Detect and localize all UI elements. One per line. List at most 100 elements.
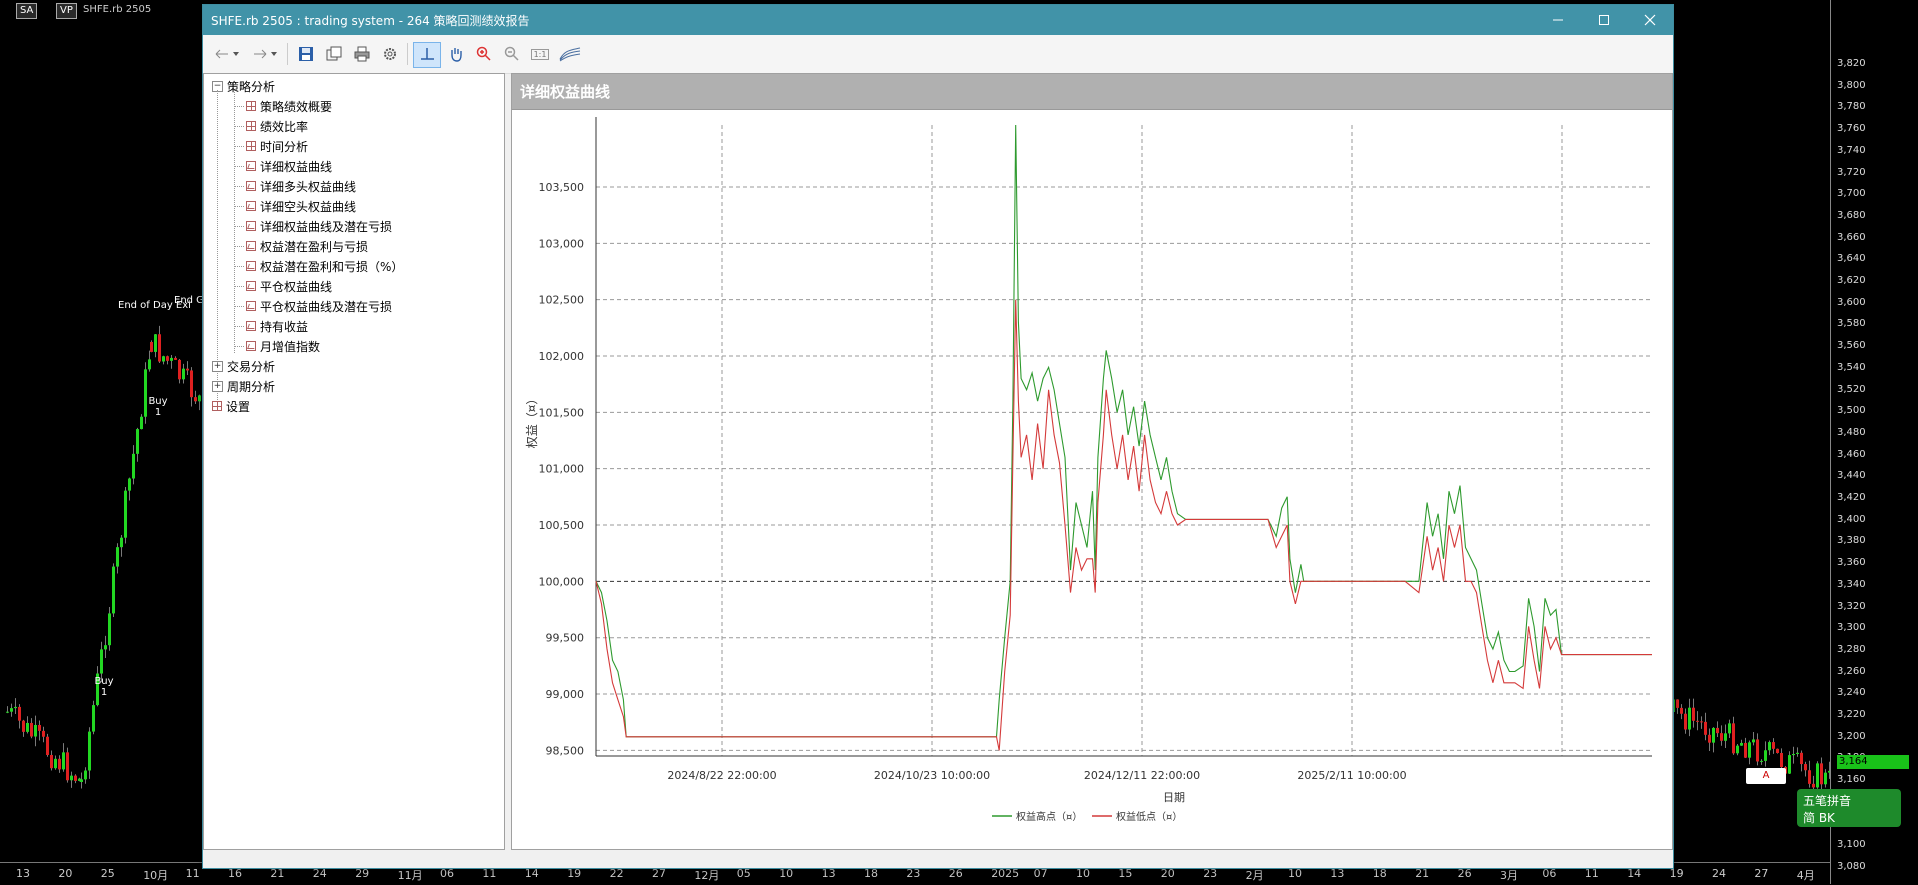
tree-item[interactable]: 时间分析 <box>246 137 308 155</box>
candlestick <box>58 755 61 773</box>
candlestick <box>1716 721 1719 738</box>
x-tick-label: 2025/2/11 10:00:00 <box>1297 769 1406 782</box>
price-tick-label: 3,340 <box>1837 578 1866 590</box>
zoom-in-button[interactable] <box>471 42 497 66</box>
candlestick <box>186 361 189 375</box>
candlestick <box>1764 741 1767 767</box>
symbol-tag-sa[interactable]: SA <box>16 3 38 19</box>
tree-item[interactable]: 详细权益曲线及潜在亏损 <box>246 217 392 235</box>
candlestick <box>1804 761 1807 777</box>
expand-icon[interactable]: + <box>212 380 223 392</box>
date-tick-label: 4月 <box>1796 869 1815 882</box>
pan-button[interactable] <box>443 42 469 66</box>
candlestick <box>154 334 157 358</box>
tree-guide-line <box>234 90 235 353</box>
crosshair-button[interactable] <box>413 42 441 68</box>
tree-root-strategy-analysis[interactable]: − 策略分析 <box>212 77 275 95</box>
analysis-tree: − 策略分析策略绩效概要 绩效比率时间分析详细权益曲线详细多头权益曲线 详细空头权益曲… <box>203 73 505 850</box>
tree-guide-line <box>234 326 244 327</box>
tree-item[interactable]: 持有收益 <box>246 317 308 335</box>
tree-item[interactable]: 详细多头权益曲线 <box>246 177 356 195</box>
zoom-out-button[interactable] <box>499 42 525 66</box>
tree-section[interactable]: + 交易分析 <box>212 357 275 375</box>
tree-item[interactable]: 权益潜在盈利和亏损（%） <box>246 257 403 275</box>
price-tick-label: 3,760 <box>1837 123 1866 135</box>
date-tick-label: 11 <box>185 867 200 880</box>
chart-style-button[interactable] <box>557 42 583 66</box>
tree-item[interactable]: 月增值指数 <box>246 337 320 355</box>
expand-icon[interactable]: + <box>212 360 223 372</box>
tree-item[interactable]: 详细空头权益曲线 <box>246 197 356 215</box>
y-tick-label: 100,000 <box>539 575 585 588</box>
tree-item[interactable]: 平仓权益曲线及潜在亏损 <box>246 297 392 315</box>
settings-button[interactable] <box>377 42 403 66</box>
legend-label: 权益高点（¤） <box>1016 810 1082 823</box>
chart-icon <box>246 241 256 251</box>
candlestick <box>1680 704 1683 720</box>
symbol-name: SHFE.rb 2505 <box>83 4 152 15</box>
tree-item-label: 策略绩效概要 <box>260 99 333 114</box>
close-button[interactable] <box>1627 5 1673 35</box>
toolbar: 1:1 <box>203 35 1673 74</box>
tree-item[interactable]: 策略绩效概要 <box>246 97 332 115</box>
title-bar[interactable]: SHFE.rb 2505 : trading system - 264 策略回测… <box>203 5 1673 35</box>
candlestick <box>1708 728 1711 751</box>
export-button[interactable] <box>321 42 347 66</box>
pan-hand-icon <box>451 48 462 62</box>
forward-icon <box>254 49 267 59</box>
forward-dropdown-button[interactable] <box>267 42 281 66</box>
tree-section[interactable]: + 周期分析 <box>212 377 275 395</box>
candlestick <box>1808 760 1811 788</box>
price-tick-label: 3,420 <box>1837 492 1866 503</box>
back-dropdown-button[interactable] <box>229 42 243 66</box>
tree-section[interactable]: 设置 <box>212 397 250 415</box>
tray-app-icon[interactable]: A <box>1746 768 1786 784</box>
ime-mode-label[interactable]: 五笔拼音 <box>1803 792 1851 809</box>
minimize-icon <box>1553 19 1563 21</box>
print-button[interactable] <box>349 42 375 66</box>
candlestick <box>190 367 193 407</box>
candlestick <box>14 698 17 714</box>
candlestick <box>1704 712 1707 741</box>
tree-item-label: 权益潜在盈利和亏损（%） <box>260 259 404 274</box>
candlestick <box>128 477 131 501</box>
price-tick-label: 3,240 <box>1837 687 1866 699</box>
toolbar-separator <box>287 43 288 65</box>
zoom-out-icon <box>504 46 519 61</box>
tree-guide-line <box>234 266 244 267</box>
equity-curve-chart[interactable]: 98,500 99,000 99,500 100,000 100,500 101,000 1… <box>512 111 1670 847</box>
tree-item[interactable]: 详细权益曲线 <box>246 157 332 175</box>
panel-title: 详细权益曲线 <box>512 74 1672 110</box>
price-tick-label: 3,700 <box>1837 188 1866 200</box>
ime-toolbar[interactable]: 五笔拼音 简 BK <box>1797 789 1901 827</box>
status-bar <box>203 851 1673 868</box>
maximize-button[interactable] <box>1581 5 1627 35</box>
minimize-button[interactable] <box>1535 5 1581 35</box>
y-tick-label: 102,000 <box>539 350 585 363</box>
tree-item[interactable]: 权益潜在盈利与亏损 <box>246 237 368 255</box>
candlestick <box>1792 746 1795 764</box>
candlestick <box>124 487 127 544</box>
table-icon <box>246 121 256 131</box>
zoom-in-icon <box>476 46 491 61</box>
price-tick-label: 3,320 <box>1837 600 1866 612</box>
reset-zoom-icon: 1:1 <box>530 48 550 60</box>
y-tick-label: 101,500 <box>539 406 585 419</box>
reset-zoom-button[interactable]: 1:1 <box>527 42 553 66</box>
chart-icon <box>246 181 256 191</box>
tree-item-label: 绩效比率 <box>260 119 309 134</box>
tree-item[interactable]: 绩效比率 <box>246 117 308 135</box>
candlestick <box>1752 732 1755 746</box>
tree-item-label: 持有收益 <box>260 319 309 334</box>
candlestick <box>1740 739 1743 746</box>
candlestick <box>1696 711 1699 731</box>
save-button[interactable] <box>293 42 319 66</box>
symbol-tag-vp[interactable]: VP <box>56 3 77 19</box>
candlestick <box>132 445 135 485</box>
candlestick <box>1744 737 1747 759</box>
y-axis-title: 权益（¤） <box>525 393 539 449</box>
tree-item[interactable]: 平仓权益曲线 <box>246 277 332 295</box>
candlestick <box>1760 759 1763 765</box>
ime-status-label[interactable]: 简 BK <box>1803 809 1835 826</box>
candlestick <box>1756 733 1759 766</box>
